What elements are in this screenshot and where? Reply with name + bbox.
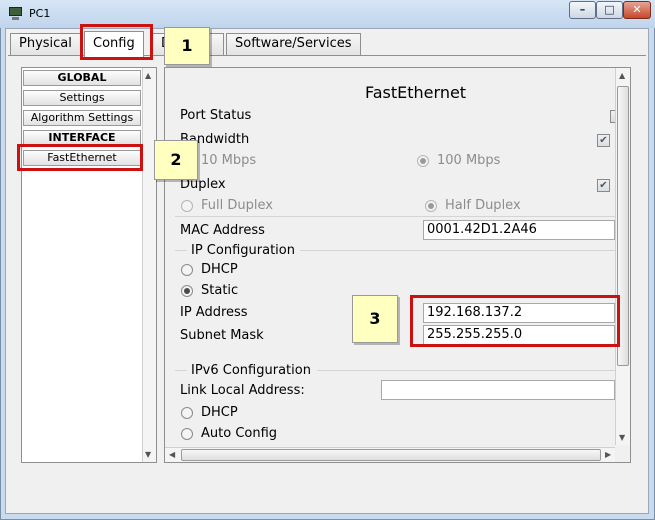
ip-dhcp-label: DHCP: [201, 262, 238, 277]
highlight-config-tab: [80, 24, 153, 60]
scroll-down-icon[interactable]: ▼: [145, 450, 151, 459]
ipv6-group-border: [175, 370, 187, 371]
ip-static-radio[interactable]: [181, 285, 193, 297]
ipv6-auto-config-radio[interactable]: [181, 428, 193, 440]
link-local-address-field[interactable]: [381, 380, 615, 400]
half-duplex-radio[interactable]: [425, 200, 437, 212]
config-panel: FastEthernet Port Status Bandwidth ✔ 10 …: [164, 67, 631, 463]
ipv6-dhcp-label: DHCP: [201, 405, 238, 420]
bandwidth-100-label: 100 Mbps: [437, 153, 501, 168]
ip-dhcp-radio[interactable]: [181, 264, 193, 276]
ipv6-dhcp-radio[interactable]: [181, 407, 193, 419]
minimize-button[interactable]: –: [569, 1, 596, 19]
pc-icon: [8, 7, 23, 21]
bandwidth-auto-checkbox[interactable]: ✔: [597, 134, 610, 147]
close-button[interactable]: ✕: [623, 1, 651, 19]
scroll-thumb[interactable]: [181, 449, 601, 461]
scroll-up-icon[interactable]: ▲: [619, 71, 625, 80]
bandwidth-100-radio[interactable]: [417, 155, 429, 167]
ip-configuration-title: IP Configuration: [191, 243, 295, 258]
ip-address-label: IP Address: [180, 305, 248, 320]
ipv6-auto-config-label: Auto Config: [201, 426, 278, 441]
mac-address-label: MAC Address: [180, 223, 265, 238]
subnet-mask-label: Subnet Mask: [180, 328, 264, 343]
panel-title: FastEthernet: [365, 83, 467, 102]
scroll-right-icon[interactable]: ▶: [605, 450, 611, 459]
callout-1: 1: [164, 27, 210, 65]
mac-address-field[interactable]: 0001.42D1.2A46: [423, 220, 615, 240]
sidebar-panel: [21, 67, 157, 463]
tab-software-services[interactable]: Software/Services: [226, 33, 361, 55]
ip-static-label: Static: [201, 283, 239, 298]
sidebar-item-algorithm-settings[interactable]: Algorithm Settings: [23, 110, 141, 126]
config-vertical-scrollbar[interactable]: ▲ ▼: [615, 68, 630, 445]
highlight-ip-fields: [410, 295, 620, 347]
maximize-button[interactable]: □: [596, 1, 623, 19]
scroll-left-icon[interactable]: ◀: [169, 450, 175, 459]
separator: [175, 216, 615, 217]
duplex-auto-checkbox[interactable]: ✔: [597, 179, 610, 192]
sidebar-scrollbar[interactable]: ▲ ▼: [142, 68, 156, 462]
config-horizontal-scrollbar[interactable]: ◀ ▶: [165, 447, 615, 462]
ip-group-border: [300, 250, 615, 251]
ipv6-configuration-title: IPv6 Configuration: [191, 363, 311, 378]
port-status-label: Port Status: [180, 108, 252, 123]
full-duplex-radio[interactable]: [181, 200, 193, 212]
half-duplex-label: Half Duplex: [445, 198, 521, 213]
ipv6-group-border: [317, 370, 615, 371]
link-local-address-label: Link Local Address:: [180, 383, 305, 398]
ip-group-border: [175, 250, 187, 251]
tab-physical[interactable]: Physical: [10, 33, 81, 55]
scroll-down-icon[interactable]: ▼: [619, 433, 625, 442]
callout-3: 3: [352, 295, 398, 343]
scroll-up-icon[interactable]: ▲: [145, 71, 151, 80]
sidebar-header-global[interactable]: GLOBAL: [23, 70, 141, 86]
highlight-fastethernet: [17, 144, 143, 171]
full-duplex-label: Full Duplex: [201, 198, 273, 213]
bandwidth-10-label: 10 Mbps: [201, 153, 257, 168]
callout-2: 2: [154, 140, 198, 180]
window-title: PC1: [29, 7, 51, 20]
sidebar-item-settings[interactable]: Settings: [23, 90, 141, 106]
